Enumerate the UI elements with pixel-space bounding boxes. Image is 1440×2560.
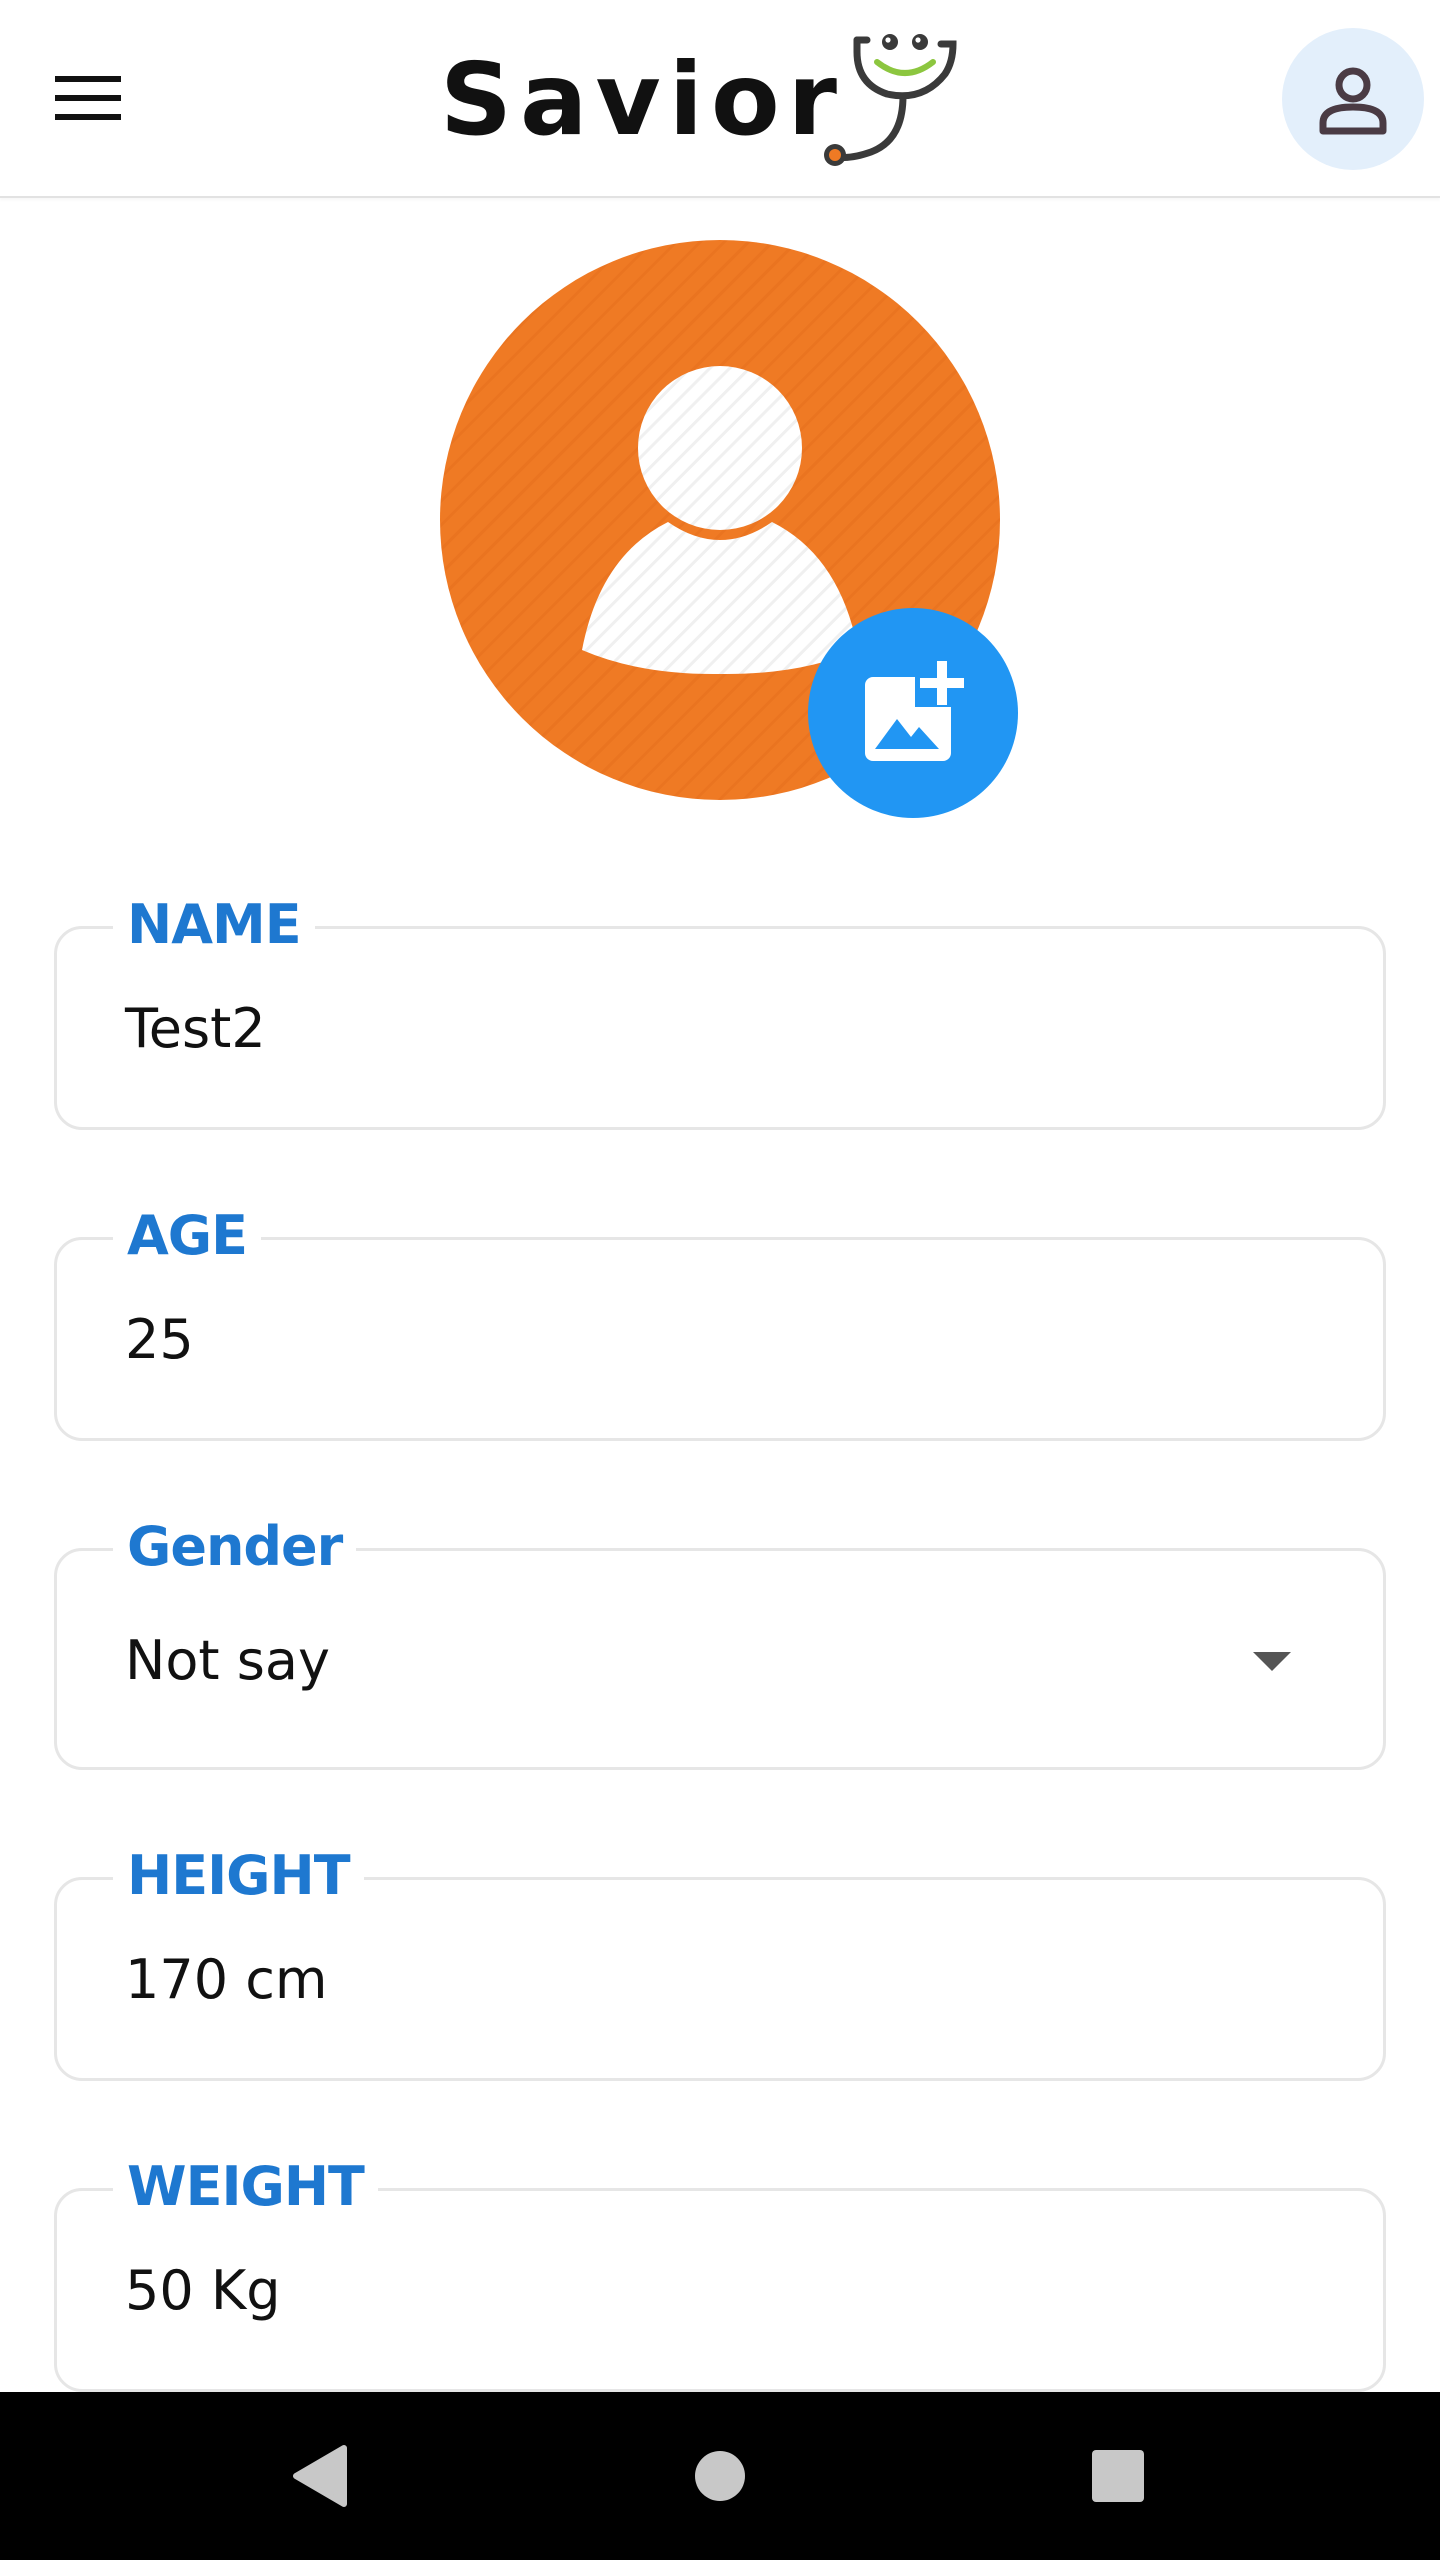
name-field[interactable]: NAME Test2: [54, 893, 1386, 1130]
name-value: Test2: [125, 997, 266, 1060]
age-value: 25: [125, 1308, 194, 1371]
system-navigation-bar: [0, 2392, 1440, 2560]
weight-field[interactable]: WEIGHT 50 Kg: [54, 2155, 1386, 2392]
menu-button[interactable]: [40, 50, 136, 146]
back-triangle-icon: [293, 2445, 347, 2507]
app-title: Savior: [440, 41, 845, 158]
height-label: HEIGHT: [113, 1844, 364, 1908]
add-photo-button[interactable]: [808, 608, 1018, 818]
profile-button[interactable]: [1282, 28, 1424, 170]
gender-select[interactable]: Gender Not say: [54, 1515, 1386, 1770]
home-button[interactable]: [660, 2416, 780, 2536]
person-outline-icon: [1319, 67, 1387, 135]
height-value: 170 cm: [125, 1948, 328, 2011]
height-field[interactable]: HEIGHT 170 cm: [54, 1844, 1386, 2081]
add-photo-icon: [865, 661, 967, 761]
app-header: Savior: [0, 0, 1440, 198]
age-field[interactable]: AGE 25: [54, 1204, 1386, 1441]
recents-button[interactable]: [1058, 2416, 1178, 2536]
weight-value: 50 Kg: [125, 2259, 281, 2322]
gender-label: Gender: [113, 1515, 357, 1579]
gender-value: Not say: [125, 1629, 330, 1692]
name-label: NAME: [113, 893, 315, 957]
hamburger-menu-icon: [55, 76, 121, 120]
chevron-down-icon: [1253, 1652, 1291, 1671]
back-button[interactable]: [260, 2416, 380, 2536]
recents-square-icon: [1092, 2450, 1144, 2502]
age-label: AGE: [113, 1204, 262, 1268]
stethoscope-smile-logo: [824, 34, 957, 166]
weight-label: WEIGHT: [113, 2155, 378, 2219]
home-circle-icon: [695, 2451, 745, 2501]
